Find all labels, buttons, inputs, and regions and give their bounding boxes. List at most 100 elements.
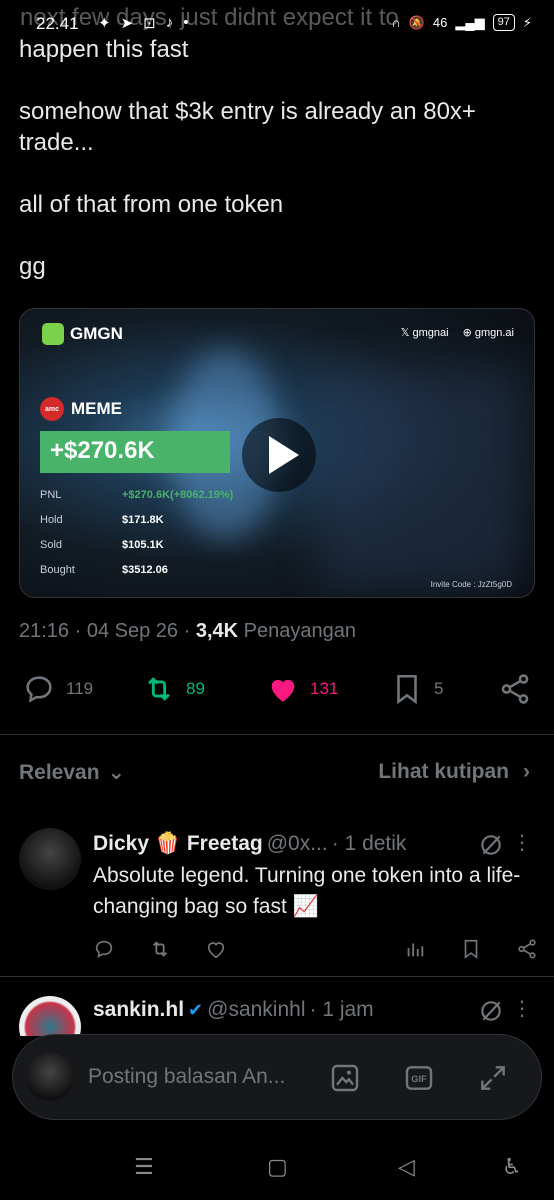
media-links: 𝕏 gmgnai ⊕ gmgn.ai: [401, 326, 514, 339]
tiktok-icon: ♪: [165, 14, 174, 31]
reply-text: Absolute legend. Turning one token into …: [93, 864, 521, 918]
views-label: Penayangan: [243, 620, 356, 642]
reply-input[interactable]: Posting balasan An...: [88, 1065, 285, 1089]
back-icon[interactable]: ◁: [398, 1154, 415, 1180]
telegram-icon: ➤: [120, 15, 134, 32]
repost-button[interactable]: 89: [142, 672, 205, 706]
notification-icons: ✦ ➤ ⊡ ♪ •: [98, 14, 189, 32]
reply-item[interactable]: sankin.hl ✔ @sankinhl · 1 jam ⋮: [0, 996, 554, 1036]
app-icon: ⊡: [143, 15, 156, 32]
network-label: 46: [432, 15, 448, 30]
like-count: 131: [310, 679, 339, 698]
frog-logo-icon: [42, 323, 64, 345]
reply-actions: [93, 938, 538, 960]
reply-time: · 1 jam: [309, 998, 374, 1021]
mute-bell-icon: 🔕: [408, 14, 425, 30]
headset-icon: ∩: [391, 15, 401, 30]
reply-button[interactable]: 119: [22, 672, 93, 706]
token-name: MEME: [71, 399, 122, 418]
reply-author[interactable]: Dicky 🍿 Freetag: [93, 832, 263, 856]
token-logo: amc: [40, 397, 64, 421]
reply-compose-bar[interactable]: Posting balasan An... GIF: [12, 1034, 542, 1120]
repost-icon[interactable]: [149, 938, 171, 960]
view-quotes-link[interactable]: Lihat kutipan ›: [378, 760, 530, 784]
sort-dropdown[interactable]: Relevan ⌄: [19, 760, 125, 785]
reply-header: Dicky 🍿 Freetag @0x... · 1 detik: [93, 832, 406, 856]
tweet-line: gg: [19, 253, 46, 280]
recents-icon[interactable]: ☰: [134, 1154, 154, 1180]
bookmark-button[interactable]: 5: [390, 672, 443, 706]
system-icons: ∩ 🔕 46 ▂▄▆ 97 ⚡: [391, 14, 532, 31]
bookmark-icon[interactable]: [460, 938, 482, 960]
verified-icon: ✔: [188, 999, 204, 1020]
gmgn-logo: GMGN: [42, 323, 123, 345]
share-icon: [501, 674, 529, 704]
token-header: amc MEME: [40, 397, 122, 421]
tweet-date: 04 Sep 26: [86, 620, 179, 642]
reply-time: · 1 detik: [331, 832, 407, 855]
stat-row: Bought $3512.06: [40, 564, 233, 589]
reply-icon[interactable]: [93, 938, 115, 960]
stat-value: +$270.6K(+8062.19%): [122, 489, 234, 501]
play-icon[interactable]: [242, 418, 316, 492]
signal-icon: ▂▄▆: [455, 14, 485, 30]
reply-count: 119: [66, 679, 94, 698]
stat-label: Hold: [40, 514, 63, 526]
like-button[interactable]: 131: [266, 672, 338, 706]
reply-header: sankin.hl ✔ @sankinhl · 1 jam: [93, 998, 374, 1022]
heart-icon[interactable]: [205, 938, 227, 960]
svg-text:GIF: GIF: [411, 1074, 427, 1084]
tweet-text: happen this fast somehow that $3k entry …: [19, 34, 539, 313]
x-handle: 𝕏 gmgnai: [400, 327, 449, 339]
views-icon[interactable]: [404, 938, 426, 960]
avatar[interactable]: [19, 996, 81, 1036]
stat-label: Bought: [40, 564, 75, 576]
reply-icon: [26, 676, 52, 703]
stat-row: Hold $171.8K: [40, 514, 233, 539]
bookmark-count: 5: [434, 679, 444, 698]
accessibility-icon[interactable]: ♿: [502, 1154, 522, 1180]
more-icon[interactable]: ⋮: [512, 830, 532, 855]
x-handle-text: gmgnai: [412, 327, 449, 339]
image-icon[interactable]: [329, 1062, 361, 1094]
bookmark-icon: [397, 674, 417, 705]
view-count: 3,4K: [195, 620, 239, 642]
share-button[interactable]: [498, 672, 532, 706]
heart-icon: [271, 679, 295, 702]
chevron-down-icon: ⌄: [107, 761, 126, 784]
brand-label: GMGN: [70, 324, 123, 343]
pnl-stats: PNL +$270.6K(+8062.19%) Hold $171.8K Sol…: [40, 489, 233, 589]
charging-icon: ⚡: [522, 14, 532, 30]
expand-icon[interactable]: [477, 1062, 509, 1094]
reply-author[interactable]: sankin.hl: [93, 998, 184, 1022]
tweet-line: all of that from one token: [19, 191, 284, 218]
user-avatar: [26, 1053, 74, 1101]
video-media[interactable]: GMGN 𝕏 gmgnai ⊕ gmgn.ai amc MEME +$270.6…: [19, 308, 535, 598]
action-bar: 119 89 131 5: [0, 672, 554, 712]
reply-handle: @0x...: [266, 832, 328, 855]
home-icon[interactable]: ▢: [267, 1154, 288, 1180]
tweet-line: somehow that $3k entry is already an 80x…: [19, 98, 476, 156]
avatar[interactable]: [19, 828, 81, 890]
stat-label: Sold: [40, 539, 63, 551]
stat-label: PNL: [40, 489, 62, 501]
share-icon[interactable]: [516, 938, 538, 960]
dot-icon: •: [183, 14, 189, 31]
more-icon[interactable]: ⋮: [512, 996, 532, 1021]
status-time: 22.41: [36, 14, 79, 33]
reply-item[interactable]: Dicky 🍿 Freetag @0x... · 1 detik ⋮ Absol…: [0, 828, 554, 978]
grok-icon[interactable]: [478, 998, 504, 1024]
system-nav-bar: ☰ ▢ ◁ ♿: [0, 1140, 554, 1200]
gif-icon[interactable]: GIF: [403, 1062, 435, 1094]
site-link: ⊕ gmgn.ai: [462, 327, 514, 339]
status-bar: 22.41 ✦ ➤ ⊡ ♪ • ∩ 🔕 46 ▂▄▆ 97 ⚡: [0, 0, 554, 46]
battery-icon: 97: [492, 14, 515, 31]
site-text: gmgn.ai: [474, 327, 514, 339]
video-frame-crowd: [320, 369, 520, 589]
pnl-banner: +$270.6K: [40, 431, 230, 473]
sort-label: Relevan: [19, 760, 100, 784]
reply-handle: @sankinhl: [207, 998, 306, 1021]
repost-icon: [148, 677, 170, 701]
grok-icon[interactable]: [478, 832, 504, 858]
gemini-icon: ✦: [98, 15, 111, 32]
